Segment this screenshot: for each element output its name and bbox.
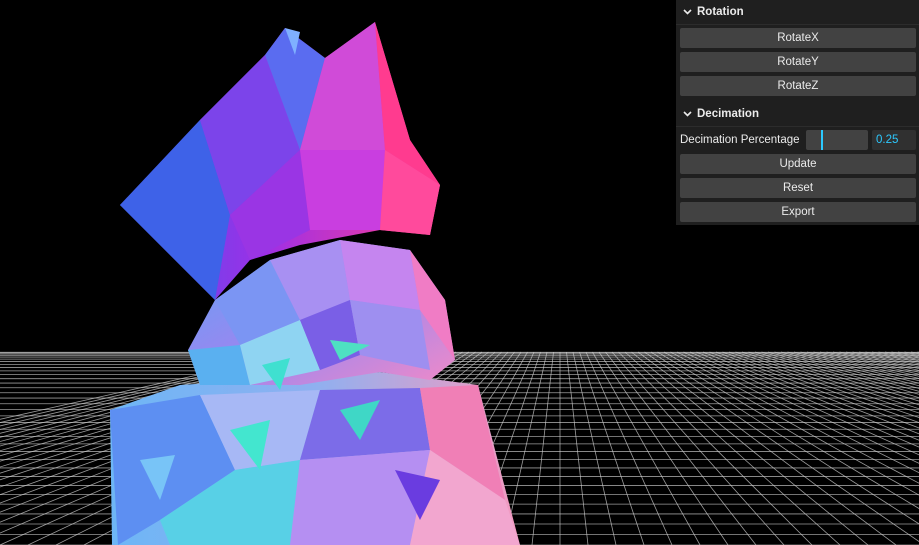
decimation-folder-body: Decimation Percentage 0.25 Update Reset … (676, 127, 919, 228)
decimation-percentage-label: Decimation Percentage (680, 134, 800, 146)
gui-panel: Rotation RotateX RotateY RotateZ Decimat… (676, 0, 919, 225)
export-button[interactable]: Export (680, 202, 916, 222)
reset-button[interactable]: Reset (680, 178, 916, 198)
decimation-percentage-row: Decimation Percentage 0.25 (680, 130, 917, 150)
rotation-folder-body: RotateX RotateY RotateZ (676, 25, 919, 102)
decimation-percentage-input[interactable]: 0.25 (872, 130, 916, 150)
decimation-folder-label: Decimation (697, 108, 759, 120)
slider-handle[interactable] (821, 130, 823, 150)
decimated-mesh (110, 22, 520, 545)
rotate-y-button[interactable]: RotateY (680, 52, 916, 72)
decimation-folder-title[interactable]: Decimation (676, 102, 919, 127)
chevron-down-icon (680, 5, 694, 19)
rotation-folder-label: Rotation (697, 6, 744, 18)
rotation-folder-title[interactable]: Rotation (676, 0, 919, 25)
chevron-down-icon (680, 107, 694, 121)
decimation-percentage-slider[interactable] (806, 130, 868, 150)
update-button[interactable]: Update (680, 154, 916, 174)
rotate-z-button[interactable]: RotateZ (680, 76, 916, 96)
rotate-x-button[interactable]: RotateX (680, 28, 916, 48)
